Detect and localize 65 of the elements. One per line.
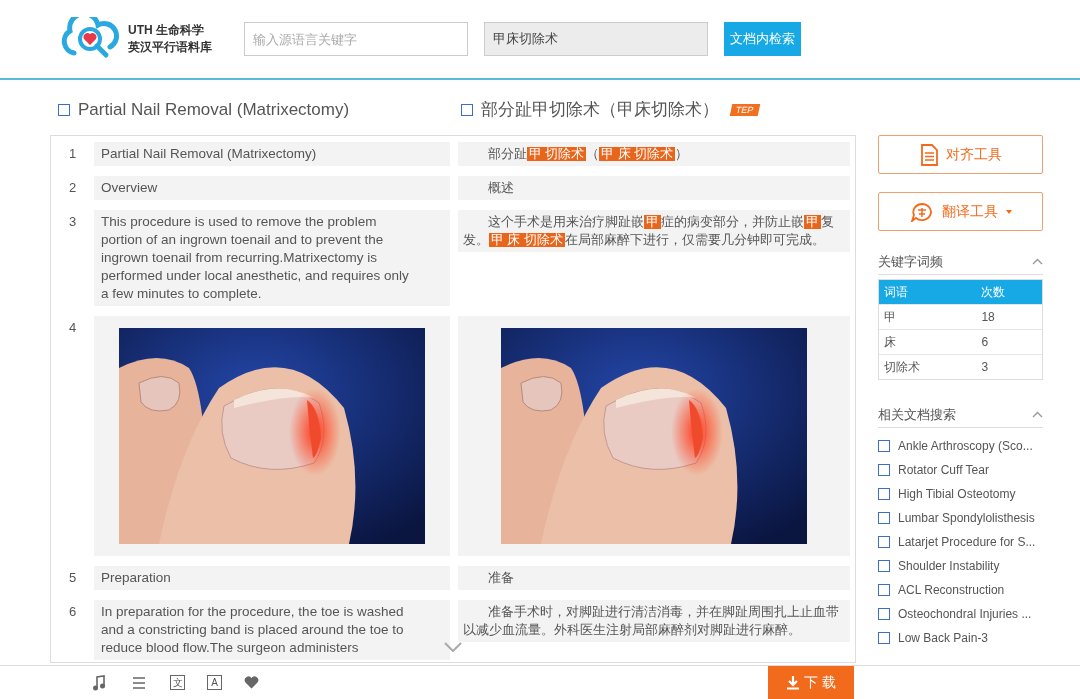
word-file-icon bbox=[878, 488, 890, 500]
source-text-cell: This procedure is used to remove the problem portion of an ingrown toenail and to prevent the ingrown toenail from recurring.Matrixectomy is performed under local anesthetic, and requires only a few minutes to complete. bbox=[94, 210, 450, 306]
target-text-cell: 这个手术是用来治疗脚趾嵌 甲 症的病变部分，并防止嵌 甲 复发。 甲 床 切除术 在局部麻醉下进行，仅需要几分钟即可完成。 bbox=[458, 210, 850, 252]
row-number: 6 bbox=[67, 603, 78, 621]
column-header: 次数 bbox=[980, 284, 1007, 301]
related-document-link[interactable]: ACL Reconstruction bbox=[898, 581, 1005, 599]
related-document-link[interactable]: High Tibial Osteotomy bbox=[898, 485, 1016, 503]
logo-text: UTH 生命科学 bbox=[128, 22, 205, 39]
logo-icon bbox=[60, 17, 120, 61]
table-cell-text: 3 bbox=[980, 359, 990, 376]
related-document-link[interactable]: Lumbar Spondylolisthesis bbox=[898, 509, 1035, 527]
heart-icon[interactable] bbox=[244, 676, 259, 689]
related-document-link[interactable]: Osteochondral Injuries ... bbox=[898, 605, 1032, 623]
search-field[interactable]: 甲床切除术 bbox=[484, 22, 708, 56]
related-document-link[interactable]: Shoulder Instability bbox=[898, 557, 1000, 575]
panel-title: 相关文档搜索 bbox=[878, 405, 956, 424]
target-text-cell: 部分趾 甲 切除术 （ 甲 床 切除术 ） bbox=[458, 142, 850, 166]
row-number: 3 bbox=[67, 213, 78, 231]
speech-bubble-icon bbox=[909, 201, 934, 222]
word-file-icon bbox=[58, 103, 70, 116]
row-number: 1 bbox=[67, 145, 78, 163]
related-document-link[interactable]: Ankle Arthroscopy (Sco... bbox=[898, 437, 1033, 455]
table-cell-text: 切除术 bbox=[883, 359, 921, 376]
source-text-cell: Preparation bbox=[94, 566, 450, 590]
tep-badge: TEP bbox=[729, 103, 760, 116]
target-text-cell: 概述 bbox=[458, 176, 850, 200]
document-title: Partial Nail Removal (Matrixectomy) bbox=[78, 99, 350, 121]
table-cell-text: 床 bbox=[883, 334, 897, 351]
column-header: 词语 bbox=[883, 284, 909, 301]
chevron-down-icon[interactable] bbox=[444, 642, 462, 652]
word-file-icon bbox=[878, 512, 890, 524]
word-file-icon bbox=[878, 632, 890, 644]
download-icon bbox=[786, 675, 801, 690]
chevron-up-icon[interactable] bbox=[1032, 258, 1043, 265]
word-file-icon bbox=[878, 584, 890, 596]
row-number: 4 bbox=[67, 319, 78, 337]
logo-text: 英汉平行语料库 bbox=[128, 39, 212, 56]
source-text-cell: Partial Nail Removal (Matrixectomy) bbox=[94, 142, 450, 166]
row-number: 5 bbox=[67, 569, 78, 587]
music-note-icon[interactable] bbox=[92, 674, 106, 691]
word-file-icon bbox=[878, 560, 890, 572]
target-text-cell: 准备手术时，对脚趾进行清洁消毒，并在脚趾周围扎上止血带以减少血流量。外科医生注射局部麻醉剂对脚趾进行麻醉。 bbox=[458, 600, 850, 642]
toolbar-button[interactable]: A bbox=[207, 675, 222, 690]
document-icon bbox=[919, 143, 938, 166]
list-icon[interactable] bbox=[132, 675, 146, 690]
table-cell-text: 18 bbox=[980, 309, 996, 326]
panel-title: 关键字词频 bbox=[878, 252, 943, 271]
word-file-icon bbox=[461, 103, 473, 116]
toolbar-button[interactable]: 文 bbox=[170, 675, 185, 690]
search-field[interactable]: 输入源语言关键字 bbox=[244, 22, 468, 56]
word-file-icon bbox=[878, 608, 890, 620]
table-cell-text: 甲 bbox=[883, 309, 897, 326]
table-cell-text: 6 bbox=[980, 334, 990, 351]
related-document-link[interactable]: Low Back Pain-3 bbox=[898, 629, 989, 647]
source-text-cell: In preparation for the procedure, the toe is washed and a constricting band is placed around the toe to reduce blood flow.The surgeon administers bbox=[94, 600, 450, 660]
target-text-cell: 准备 bbox=[458, 566, 850, 590]
word-file-icon bbox=[878, 536, 890, 548]
chevron-up-icon[interactable] bbox=[1032, 411, 1043, 418]
source-text-cell: Overview bbox=[94, 176, 450, 200]
related-document-link[interactable]: Rotator Cuff Tear bbox=[898, 461, 989, 479]
document-title: 部分趾甲切除术（甲床切除术） bbox=[481, 99, 719, 121]
row-number: 2 bbox=[67, 179, 78, 197]
word-file-icon bbox=[878, 440, 890, 452]
word-file-icon bbox=[878, 464, 890, 476]
related-document-link[interactable]: Latarjet Procedure for S... bbox=[898, 533, 1036, 551]
